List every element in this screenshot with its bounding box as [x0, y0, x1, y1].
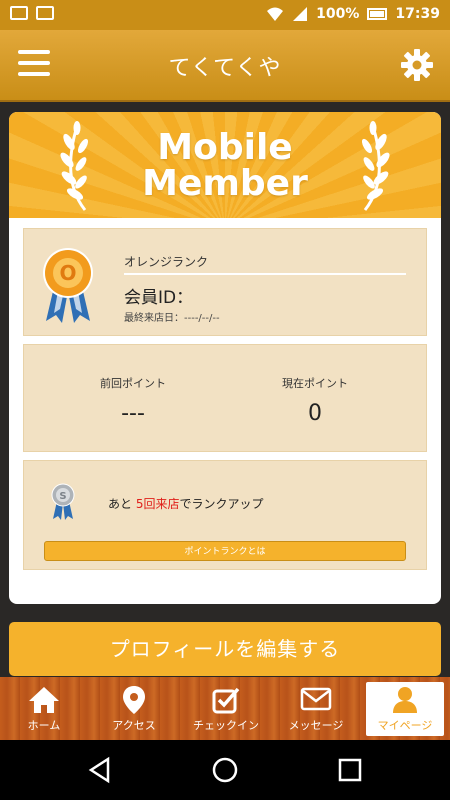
voicemail-notification-icon: [36, 6, 54, 20]
person-icon: [393, 687, 417, 713]
svg-text:S: S: [59, 491, 66, 502]
tab-checkin[interactable]: チェックイン: [182, 677, 270, 740]
image-notification-icon: [10, 6, 28, 20]
tab-label: ホーム: [27, 719, 61, 732]
member-id-label: 会員ID：: [124, 288, 194, 308]
svg-text:O: O: [59, 261, 76, 285]
bottom-tab-bar: ホーム アクセス チェックイン メッセージ マイページ: [0, 677, 450, 740]
previous-points-label: 前回ポイント: [100, 377, 166, 390]
visits-remaining: 5回来店: [135, 497, 180, 511]
battery-icon: [367, 8, 388, 20]
rank-name: オレンジランク: [124, 255, 209, 269]
rank-panel: O オレンジランク 会員ID： 最終来店日：----/--/--: [23, 228, 427, 336]
system-navigation-bar: [0, 740, 450, 800]
app-title: てくてくや: [168, 56, 282, 81]
tab-label: アクセス: [112, 719, 156, 732]
tab-label: チェックイン: [193, 719, 259, 732]
recent-apps-icon[interactable]: [336, 756, 364, 784]
silver-rank-medal-icon: S: [51, 483, 75, 520]
rank-up-message: あと 5回来店でランクアップ: [108, 497, 264, 511]
settings-gear-icon[interactable]: [400, 48, 434, 82]
signal-icon: [293, 7, 308, 21]
edit-profile-button[interactable]: プロフィールを編集する: [9, 622, 441, 676]
previous-points-value: ---: [121, 401, 145, 426]
checkin-icon: [212, 687, 240, 714]
laurel-right-icon: [361, 121, 390, 211]
orange-rank-medal-icon: O: [43, 248, 93, 323]
tab-home[interactable]: ホーム: [0, 677, 88, 740]
wifi-icon: [267, 7, 284, 21]
back-icon[interactable]: [86, 756, 114, 784]
member-card: Mobile Member O オレンジランク 会員ID： 最終来店日：----…: [9, 112, 441, 604]
rank-up-panel: S あと 5回来店でランクアップ ポイントランクとは: [23, 460, 427, 570]
points-panel: 前回ポイント --- 現在ポイント 0: [23, 344, 427, 452]
home-nav-icon[interactable]: [211, 756, 239, 784]
tab-message[interactable]: メッセージ: [272, 677, 360, 740]
member-banner: Mobile Member: [9, 112, 441, 218]
tab-access[interactable]: アクセス: [90, 677, 178, 740]
clock: 17:39: [395, 6, 440, 22]
tab-label: マイページ: [377, 719, 433, 732]
app-bar: てくてくや: [0, 30, 450, 102]
tab-mypage[interactable]: マイページ: [366, 682, 444, 736]
battery-percent: 100%: [316, 6, 360, 22]
status-bar: 100% 17:39: [0, 0, 450, 30]
main-content: Mobile Member O オレンジランク 会員ID： 最終来店日：----…: [0, 102, 450, 677]
mail-icon: [300, 687, 332, 711]
tab-label: メッセージ: [288, 719, 344, 732]
current-points-label: 現在ポイント: [282, 377, 348, 390]
divider: [124, 273, 406, 275]
home-icon: [29, 687, 59, 713]
current-points-value: 0: [308, 401, 322, 426]
point-rank-info-button[interactable]: ポイントランクとは: [44, 541, 406, 561]
last-visit-date: 最終来店日：----/--/--: [124, 313, 220, 324]
map-pin-icon: [123, 686, 145, 714]
